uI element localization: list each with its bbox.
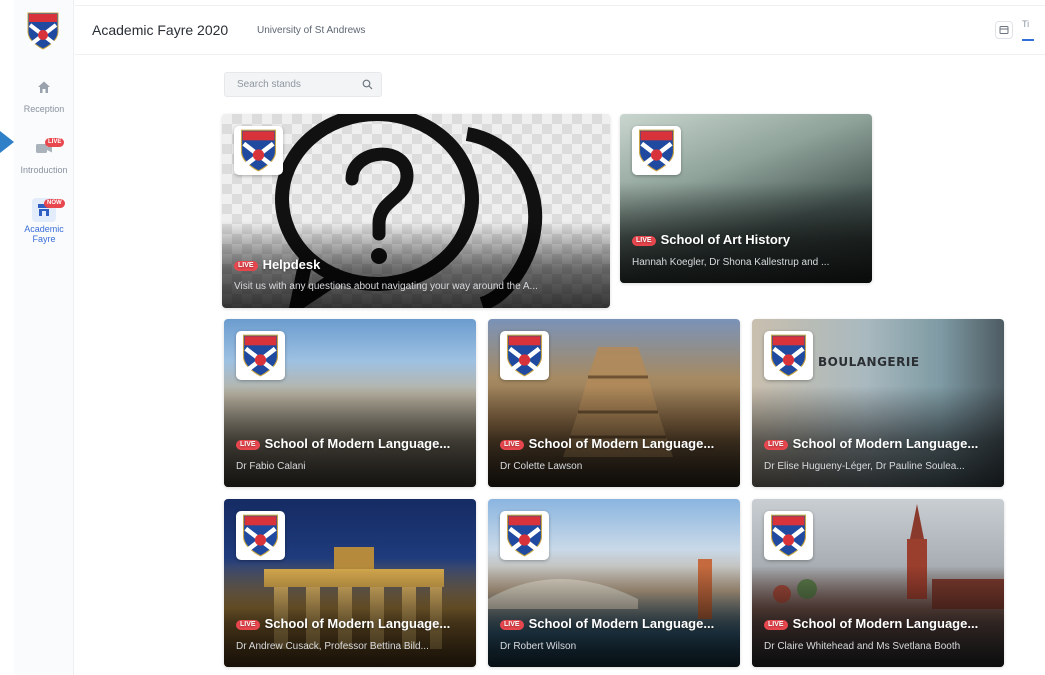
stand-card-modern-languages-6[interactable]: LIVE School of Modern Language... Dr Clai… [752,499,1004,667]
university-crest-icon [632,126,681,175]
live-badge: LIVE [500,440,524,450]
stand-subtitle: Dr Andrew Cusack, Professor Bettina Bild… [236,641,429,652]
sidebar-item-academic-fayre[interactable]: NOW Academic Fayre [14,198,74,244]
search-stands[interactable] [224,72,382,97]
stand-card-modern-languages-2[interactable]: LIVE School of Modern Language... Dr Cole… [488,319,740,487]
university-crest-logo[interactable] [27,12,59,50]
stand-title: LIVE School of Art History [632,232,862,247]
search-icon[interactable] [362,79,373,90]
live-badge: LIVE [234,261,258,271]
live-badge: LIVE [764,620,788,630]
stand-subtitle: Dr Colette Lawson [500,461,583,472]
stand-title: LIVE School of Modern Language... [236,616,470,631]
university-crest-icon [764,331,813,380]
sidebar-item-label: Academic Fayre [24,224,64,244]
tab-timetable[interactable]: Ti [1022,19,1029,29]
stand-title: LIVE School of Modern Language... [500,436,734,451]
live-badge: LIVE [45,138,65,147]
search-input[interactable] [237,79,357,90]
stand-subtitle: Dr Robert Wilson [500,641,577,652]
university-crest-icon [236,511,285,560]
active-pointer-arrow [0,131,14,153]
stand-subtitle: Dr Elise Hugueny-Léger, Dr Pauline Soule… [764,461,965,472]
stand-subtitle: Visit us with any questions about naviga… [234,281,538,292]
sidebar-item-introduction[interactable]: LIVE Introduction [14,138,74,175]
stand-card-helpdesk[interactable]: LIVE Helpdesk Visit us with any questions… [222,114,610,308]
stand-card-modern-languages-5[interactable]: LIVE School of Modern Language... Dr Robe… [488,499,740,667]
university-crest-icon [500,511,549,560]
live-badge: LIVE [764,440,788,450]
live-badge: LIVE [500,620,524,630]
stand-title: LIVE School of Modern Language... [764,436,998,451]
university-crest-icon [500,331,549,380]
stand-subtitle: Hannah Koegler, Dr Shona Kallestrup and … [632,257,830,268]
stand-subtitle: Dr Fabio Calani [236,461,306,472]
university-crest-icon [236,331,285,380]
stand-subtitle: Dr Claire Whitehead and Ms Svetlana Boot… [764,641,961,652]
sidebar: Reception LIVE Introduction NOW Academic… [14,0,74,675]
sidebar-item-label: Reception [23,104,65,114]
event-title: Academic Fayre 2020 [92,22,229,38]
stand-card-modern-languages-1[interactable]: LIVE School of Modern Language... Dr Fabi… [224,319,476,487]
calendar-icon [999,26,1009,34]
stand-title: LIVE School of Modern Language... [764,616,998,631]
university-crest-icon [764,511,813,560]
organisation-name: University of St Andrews [257,25,366,36]
live-badge: LIVE [632,236,656,246]
calendar-button[interactable] [995,21,1013,39]
stand-title: LIVE School of Modern Language... [500,616,734,631]
live-badge: LIVE [236,620,260,630]
stand-card-modern-languages-3[interactable]: BOULANGERIE LIVE School of Modern Languag… [752,319,1004,487]
now-badge: NOW [44,199,65,208]
stand-title: LIVE School of Modern Language... [236,436,470,451]
live-badge: LIVE [236,440,260,450]
stand-card-art-history[interactable]: LIVE School of Art History Hannah Koegler… [620,114,872,283]
sidebar-item-reception[interactable]: Reception [14,80,74,114]
video-camera-icon [14,141,74,157]
boulangerie-sign: BOULANGERIE [818,355,920,369]
tab-active-indicator [1022,39,1034,41]
stand-title: LIVE Helpdesk [234,257,594,272]
university-crest-icon [234,126,283,175]
sidebar-item-label: Introduction [20,165,68,175]
top-header: Academic Fayre 2020 University of St And… [75,5,1045,55]
home-icon [14,80,74,96]
stand-card-modern-languages-4[interactable]: LIVE School of Modern Language... Dr Andr… [224,499,476,667]
